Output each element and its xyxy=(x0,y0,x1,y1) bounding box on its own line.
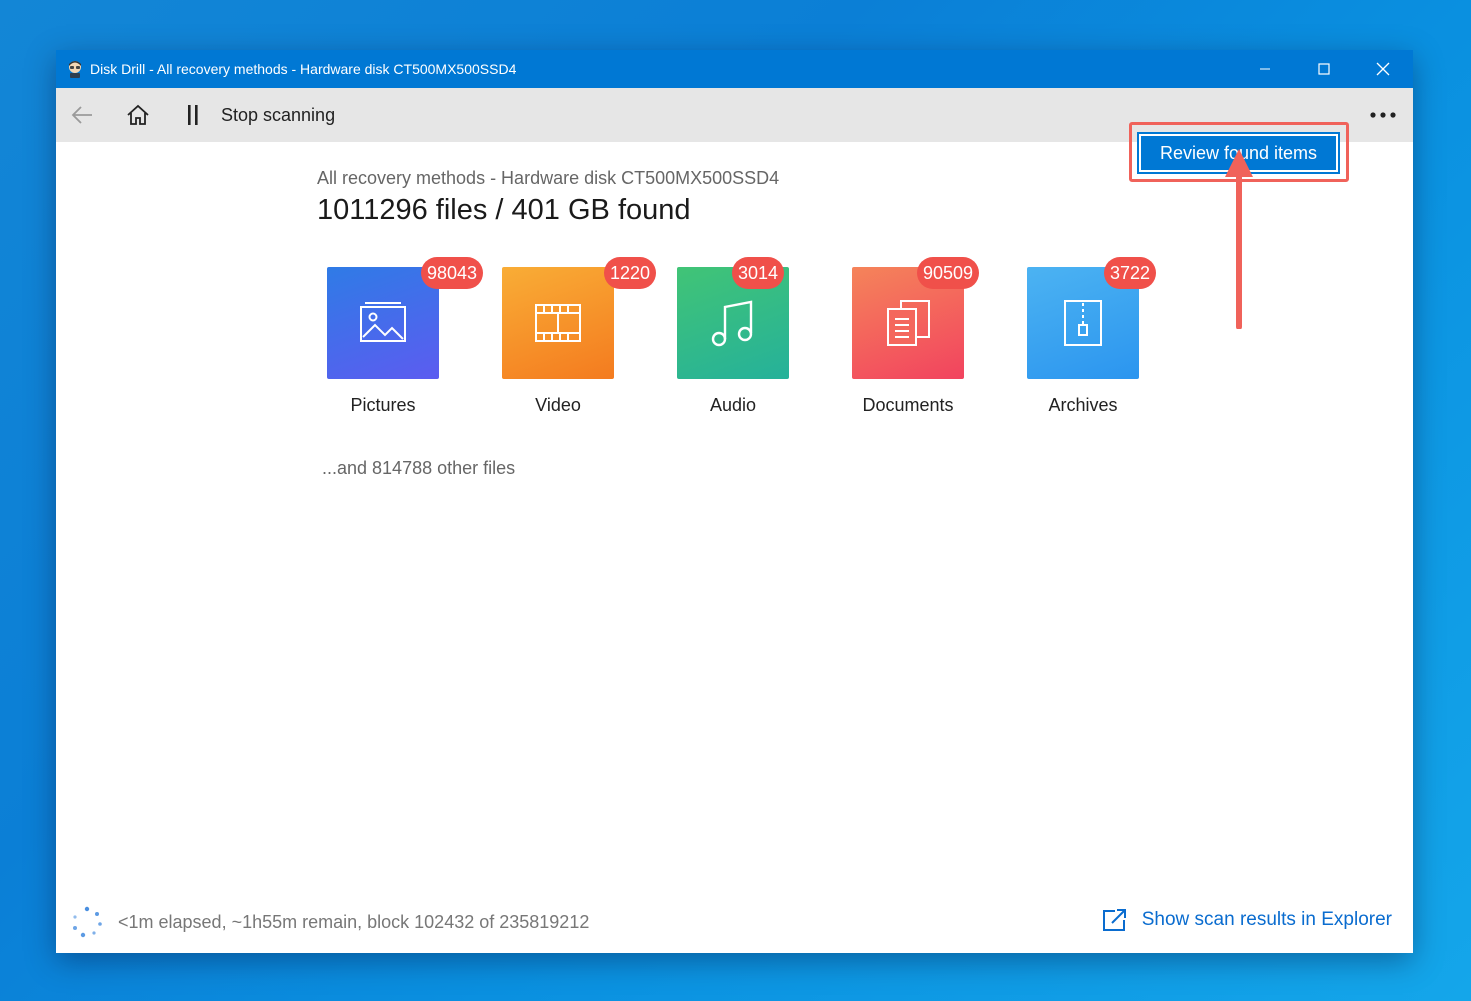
maximize-icon xyxy=(1317,63,1330,75)
close-button[interactable] xyxy=(1353,50,1412,88)
pause-button[interactable] xyxy=(180,102,206,128)
files-found-headline: 1011296 files / 401 GB found xyxy=(317,194,691,226)
film-icon xyxy=(535,304,581,342)
count-badge: 3722 xyxy=(1104,257,1157,289)
scan-subtitle: All recovery methods - Hardware disk CT5… xyxy=(317,168,780,188)
external-link-icon xyxy=(1102,909,1126,931)
minimize-button[interactable] xyxy=(1235,50,1294,88)
minimize-icon xyxy=(1259,68,1270,70)
count-badge: 3014 xyxy=(732,257,785,289)
category-tile[interactable] xyxy=(327,267,439,379)
category-audio[interactable]: 3014 Audio xyxy=(658,257,808,427)
pause-icon xyxy=(188,105,198,125)
category-tile[interactable] xyxy=(502,267,614,379)
window-title: Disk Drill - All recovery methods - Hard… xyxy=(90,61,517,77)
document-icon xyxy=(887,300,930,346)
category-label: Pictures xyxy=(350,395,416,415)
category-label: Video xyxy=(535,395,581,415)
annotation-arrow-icon xyxy=(1225,149,1253,329)
archive-icon xyxy=(1064,300,1102,346)
music-note-icon xyxy=(711,300,753,347)
loading-spinner-icon xyxy=(73,906,102,938)
disk-drill-logo-icon xyxy=(69,61,81,78)
scan-progress-status: <1m elapsed, ~1h55m remain, block 102432… xyxy=(118,912,590,932)
category-documents[interactable]: 90509 Documents xyxy=(833,257,983,427)
count-badge: 1220 xyxy=(604,257,657,289)
stop-scanning-button[interactable]: Stop scanning xyxy=(221,105,335,126)
close-icon xyxy=(1376,62,1389,76)
toolbar: Stop scanning Review found items xyxy=(56,88,1413,182)
maximize-button[interactable] xyxy=(1294,50,1353,88)
show-in-explorer-link[interactable]: Show scan results in Explorer xyxy=(1102,908,1392,932)
home-button[interactable] xyxy=(125,102,151,128)
title-bar: Disk Drill - All recovery methods - Hard… xyxy=(56,50,1413,88)
back-arrow-icon xyxy=(71,106,92,124)
category-label: Documents xyxy=(862,395,954,415)
other-files-text: ...and 814788 other files xyxy=(322,458,516,478)
category-label: Archives xyxy=(1048,395,1118,415)
home-icon xyxy=(127,104,149,125)
category-pictures[interactable]: 98043 Pictures xyxy=(308,257,484,427)
more-dots-icon xyxy=(1370,112,1396,118)
more-options-button[interactable] xyxy=(1368,100,1398,130)
category-video[interactable]: 1220 Video xyxy=(483,257,657,427)
show-in-explorer-label[interactable]: Show scan results in Explorer xyxy=(1142,909,1392,931)
count-badge: 90509 xyxy=(917,257,980,289)
count-badge: 98043 xyxy=(421,257,484,289)
category-archives[interactable]: 3722 Archives xyxy=(1008,257,1158,427)
app-window: Disk Drill - All recovery methods - Hard… xyxy=(56,50,1413,953)
back-button[interactable] xyxy=(69,102,95,128)
picture-icon xyxy=(360,302,406,342)
category-label: Audio xyxy=(709,395,757,415)
